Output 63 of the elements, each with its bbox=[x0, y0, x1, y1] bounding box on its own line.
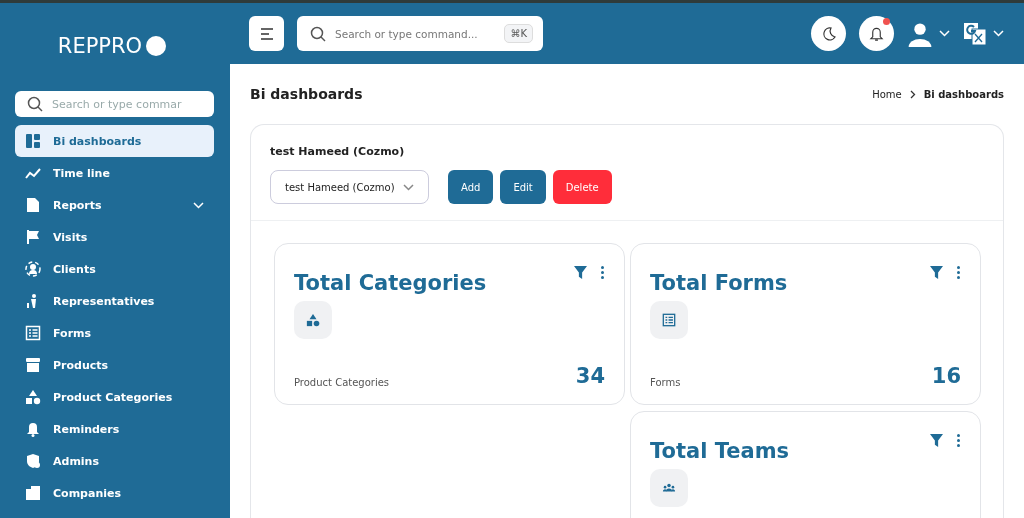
sidebar-item[interactable]: Bi dashboards bbox=[15, 125, 214, 157]
dashboard-select[interactable]: test Hameed (Cozmo) bbox=[270, 170, 429, 204]
breadcrumb-item[interactable]: Home bbox=[872, 88, 902, 100]
sidebar-item[interactable]: Forms bbox=[15, 317, 214, 349]
shield-icon bbox=[25, 453, 41, 469]
sidebar-item[interactable]: Products bbox=[15, 349, 214, 381]
shortcut-hint: ⌘K bbox=[504, 24, 533, 43]
filter-icon[interactable] bbox=[930, 434, 943, 447]
document-icon bbox=[25, 197, 41, 213]
sidebar-search-field[interactable]: Search or type commar bbox=[15, 91, 214, 117]
sidebar-item[interactable]: Time line bbox=[15, 157, 214, 189]
more-options-icon[interactable] bbox=[601, 266, 604, 279]
delete-button[interactable]: Delete bbox=[552, 170, 612, 204]
dashboard-icon bbox=[25, 133, 41, 149]
shapes-icon bbox=[306, 313, 320, 327]
notification-button[interactable] bbox=[859, 16, 894, 51]
search-icon bbox=[310, 26, 326, 42]
menu-button[interactable] bbox=[249, 16, 284, 51]
card-title: Total Categories bbox=[294, 271, 487, 295]
more-options-icon[interactable] bbox=[957, 434, 960, 447]
bell-icon bbox=[25, 421, 41, 437]
card-title: Total Forms bbox=[650, 271, 788, 295]
search-icon bbox=[27, 96, 43, 112]
language-button[interactable] bbox=[963, 21, 1004, 46]
sidebar-item[interactable]: Reminders bbox=[15, 413, 214, 445]
sidebar-item[interactable]: Visits bbox=[15, 221, 214, 253]
card-value: 34 bbox=[575, 364, 605, 388]
chevron-down-icon bbox=[403, 183, 414, 191]
action-button[interactable]: Edit bbox=[500, 170, 546, 204]
more-options-icon[interactable] bbox=[957, 266, 960, 279]
dark-mode-button[interactable] bbox=[811, 16, 846, 51]
sidebar-item[interactable]: Representatives bbox=[15, 285, 214, 317]
page-title: Bi dashboards bbox=[250, 86, 364, 102]
logo-circle-icon bbox=[146, 36, 167, 56]
chevron-right-icon bbox=[909, 89, 916, 99]
card-title: Total Teams bbox=[650, 439, 789, 463]
sidebar-item[interactable]: Reports bbox=[15, 189, 214, 221]
menu-icon bbox=[259, 27, 274, 40]
sidebar-item[interactable]: Clients bbox=[15, 253, 214, 285]
chevron-down-icon bbox=[993, 30, 1004, 37]
sidebar-item[interactable]: Companies bbox=[15, 477, 214, 509]
action-button[interactable]: Add bbox=[448, 170, 494, 204]
list-icon bbox=[25, 325, 41, 341]
chevron-down-icon bbox=[939, 30, 950, 37]
card-caption: Product Categories bbox=[294, 377, 390, 388]
sidebar-item[interactable]: Admins bbox=[15, 445, 214, 477]
moon-icon bbox=[820, 25, 837, 42]
logo: REPPRO bbox=[57, 34, 143, 58]
translate-icon bbox=[963, 21, 987, 46]
card-value: 16 bbox=[931, 364, 961, 388]
shapes-icon bbox=[25, 389, 41, 405]
filter-icon[interactable] bbox=[574, 266, 587, 279]
user-circle-icon bbox=[25, 261, 41, 277]
filter-icon[interactable] bbox=[930, 266, 943, 279]
sidebar-item[interactable]: Product Categories bbox=[15, 381, 214, 413]
card-caption: Forms bbox=[650, 377, 681, 388]
list-icon bbox=[662, 313, 676, 327]
dashboard-name: test Hameed (Cozmo) bbox=[269, 144, 406, 158]
team-icon bbox=[662, 481, 676, 495]
bell-icon bbox=[869, 25, 884, 42]
breadcrumb-item: Bi dashboards bbox=[923, 88, 1004, 100]
flag-icon bbox=[25, 229, 41, 245]
archive-box-icon bbox=[25, 357, 41, 373]
